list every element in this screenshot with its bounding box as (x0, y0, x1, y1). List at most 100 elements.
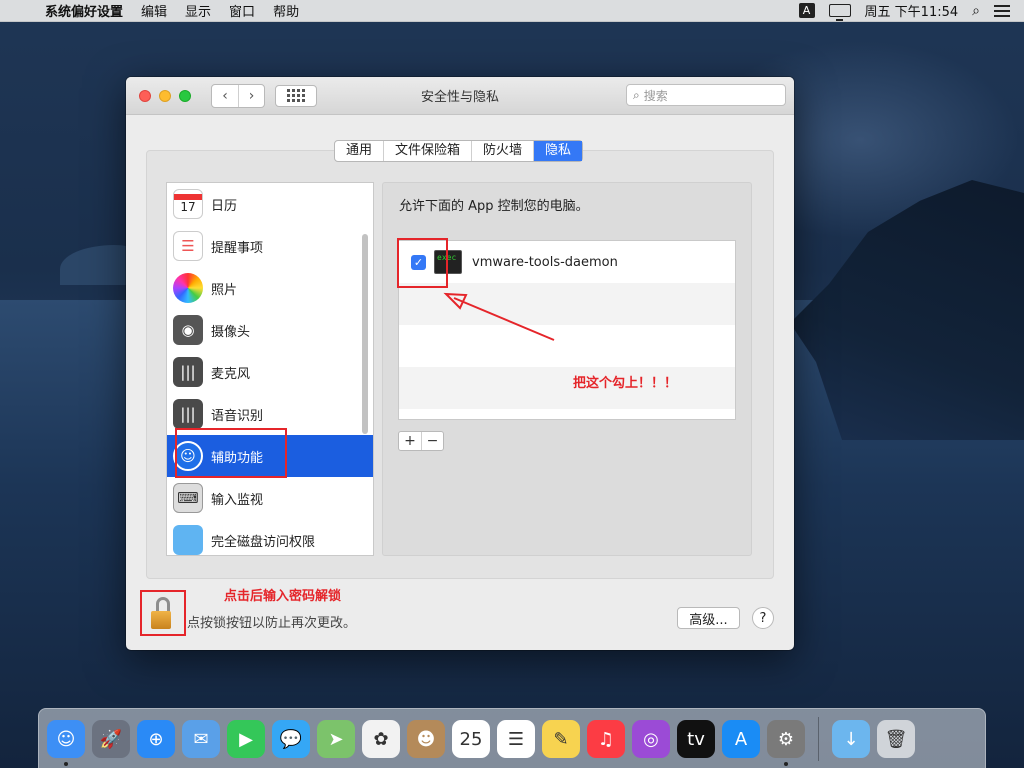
sidebar-item-photos[interactable]: 照片 (167, 267, 373, 309)
mail-icon[interactable]: ✉ (182, 720, 220, 758)
app-name: vmware-tools-daemon (472, 254, 618, 270)
contacts-glyph: ☻ (416, 728, 436, 750)
zoom-button[interactable] (179, 89, 191, 102)
photos-icon[interactable]: ✿ (362, 720, 400, 758)
sidebar-item-input-monitoring[interactable]: ⌨ 输入监视 (167, 477, 373, 519)
search-input[interactable]: ⌕ 搜索 (626, 84, 786, 106)
minimize-button[interactable] (159, 89, 171, 102)
maps-glyph: ➤ (328, 728, 344, 750)
mail-glyph: ✉ (193, 728, 209, 750)
annotation-arrow (443, 292, 555, 341)
notes-icon[interactable]: ✎ (542, 720, 580, 758)
podcasts-icon[interactable]: ◎ (632, 720, 670, 758)
contacts-icon[interactable]: ☻ (407, 720, 445, 758)
show-all-button[interactable] (275, 84, 317, 107)
reminders-glyph: ☰ (507, 728, 525, 750)
search-icon: ⌕ (633, 87, 640, 102)
security-privacy-window: ‹ › 安全性与隐私 ⌕ 搜索 通用 文件保险箱 防火墙 隐私 17 日历 ☰ (126, 77, 794, 650)
apple-tv-icon[interactable]: tv (677, 720, 715, 758)
annotation-box-checkbox (397, 238, 448, 288)
sidebar-item-microphone[interactable]: ||| 麦克风 (167, 351, 373, 393)
remove-app-button[interactable]: − (421, 432, 443, 450)
camera-icon: ◉ (173, 315, 203, 345)
trash-icon[interactable]: 🗑 (877, 720, 915, 758)
menu-clock[interactable]: 周五 下午11:54 (865, 1, 959, 20)
downloads-folder-glyph: ↓ (843, 728, 859, 750)
facetime-icon[interactable]: ▶ (227, 720, 265, 758)
sidebar-item-label: 日历 (211, 198, 238, 214)
keyboard-icon: ⌨ (173, 483, 203, 513)
grid-icon (287, 89, 305, 102)
music-glyph: ♫ (597, 728, 615, 750)
back-icon[interactable]: ‹ (212, 85, 238, 107)
privacy-category-list: 17 日历 ☰ 提醒事项 照片 ◉ 摄像头 ||| 麦克风 ||| 语音识别 ☺… (166, 182, 374, 556)
app-store-icon[interactable]: A (722, 720, 760, 758)
tab-general[interactable]: 通用 (335, 141, 383, 161)
system-preferences-icon[interactable]: ⚙ (767, 720, 805, 766)
menu-bar: 系统偏好设置 编辑 显示 窗口 帮助 A 周五 下午11:54 ⌕ (0, 0, 1024, 22)
messages-icon[interactable]: 💬 (272, 720, 310, 758)
safari-icon[interactable]: ⊕ (137, 720, 175, 758)
notes-glyph: ✎ (553, 728, 569, 750)
tab-privacy[interactable]: 隐私 (533, 141, 583, 161)
running-indicator (784, 762, 788, 766)
title-bar: ‹ › 安全性与隐私 ⌕ 搜索 (126, 77, 794, 115)
tab-filevault[interactable]: 文件保险箱 (383, 141, 471, 161)
annotation-box-lock (140, 590, 186, 636)
sidebar-item-calendar[interactable]: 17 日历 (167, 183, 373, 225)
microphone-icon: ||| (173, 357, 203, 387)
launchpad-icon[interactable]: 🚀 (92, 720, 130, 758)
forward-icon[interactable]: › (238, 84, 264, 107)
reminders-icon: ☰ (173, 231, 203, 261)
system-preferences-glyph: ⚙ (777, 728, 795, 750)
running-indicator (64, 762, 68, 766)
sidebar-item-label: 摄像头 (211, 324, 251, 340)
help-button[interactable]: ? (752, 607, 774, 629)
finder-icon[interactable]: ☺ (47, 720, 85, 766)
menu-view[interactable]: 显示 (176, 1, 220, 20)
facetime-glyph: ▶ (239, 728, 253, 750)
speech-recognition-icon: ||| (173, 399, 203, 429)
sidebar-item-label: 语音识别 (211, 408, 264, 424)
sidebar-item-camera[interactable]: ◉ 摄像头 (167, 309, 373, 351)
apple-tv-glyph: tv (687, 728, 705, 750)
sidebar-item-reminders[interactable]: ☰ 提醒事项 (167, 225, 373, 267)
display-mirroring-icon[interactable] (828, 4, 851, 21)
calendar-icon[interactable]: 25 (452, 720, 490, 758)
sidebar-item-label: 提醒事项 (211, 240, 264, 256)
menu-app-name[interactable]: 系统偏好设置 (36, 1, 132, 20)
maps-icon[interactable]: ➤ (317, 720, 355, 758)
podcasts-glyph: ◎ (643, 728, 659, 750)
list-item[interactable]: ✓ exec vmware-tools-daemon (399, 241, 735, 283)
menu-edit[interactable]: 编辑 (132, 1, 176, 20)
photos-icon (173, 273, 203, 303)
sidebar-scrollbar[interactable] (362, 234, 368, 434)
sidebar-item-label: 照片 (211, 282, 238, 298)
allow-apps-label: 允许下面的 App 控制您的电脑。 (399, 199, 589, 214)
downloads-folder-icon[interactable]: ↓ (832, 720, 870, 758)
spotlight-icon[interactable]: ⌕ (972, 3, 980, 19)
trash-glyph: 🗑 (884, 728, 908, 750)
dock-separator (818, 717, 819, 761)
sidebar-item-full-disk-access[interactable]: 完全磁盘访问权限 (167, 519, 373, 555)
launchpad-glyph: 🚀 (99, 728, 123, 750)
sidebar-item-label: 完全磁盘访问权限 (211, 534, 316, 550)
tab-bar: 通用 文件保险箱 防火墙 隐私 (334, 140, 584, 162)
add-app-button[interactable]: + (399, 432, 421, 450)
annotation-box-accessibility (175, 428, 287, 478)
advanced-button[interactable]: 高级... (677, 607, 740, 629)
annotation-unlock-hint: 点击后输入密码解锁 (224, 589, 342, 604)
menu-window[interactable]: 窗口 (220, 1, 264, 20)
music-icon[interactable]: ♫ (587, 720, 625, 758)
sidebar-item-label: 麦克风 (211, 366, 251, 382)
close-button[interactable] (139, 89, 151, 102)
reminders-icon[interactable]: ☰ (497, 720, 535, 758)
notification-center-icon[interactable] (994, 4, 1010, 17)
menu-help[interactable]: 帮助 (264, 1, 308, 20)
messages-glyph: 💬 (279, 728, 303, 750)
lock-hint-text: 点按锁按钮以防止再次更改。 (187, 616, 357, 631)
input-source-icon[interactable]: A (798, 3, 815, 18)
tab-firewall[interactable]: 防火墙 (471, 141, 533, 161)
calendar-glyph: 25 (459, 728, 483, 750)
safari-glyph: ⊕ (148, 728, 164, 750)
